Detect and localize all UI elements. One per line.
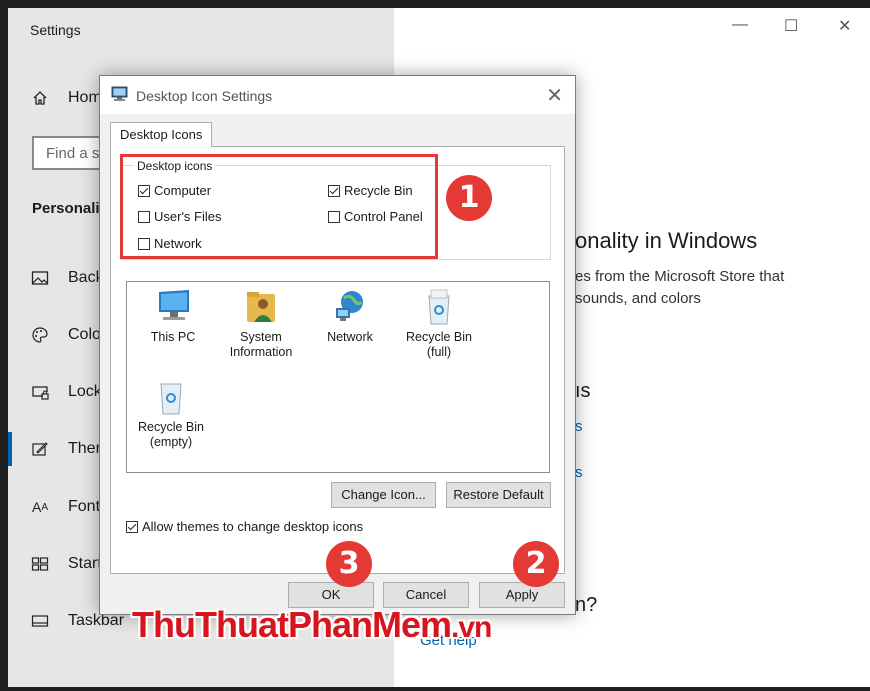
sidebar-item-label: Start [68, 555, 102, 572]
content-question: n? [575, 594, 598, 616]
icon-list[interactable]: This PC System Information Network Recyc… [126, 281, 550, 473]
recycle-bin-empty-icon [160, 383, 182, 415]
desktop-icon-settings-dialog: Desktop Icon Settings ✕ Desktop Icons De… [99, 75, 576, 615]
annotation-highlight-box [120, 154, 438, 259]
checkbox-box[interactable] [126, 520, 138, 533]
checkbox-label: Allow themes to change desktop icons [142, 519, 364, 534]
icon-item-this-pc[interactable]: This PC [133, 288, 213, 345]
content-link-1[interactable]: s [575, 418, 583, 435]
system-information-icon [247, 292, 275, 322]
allow-themes-checkbox[interactable]: Allow themes to change desktop icons [126, 519, 363, 534]
recycle-bin-full-icon [428, 289, 450, 325]
dialog-title-bar[interactable]: Desktop Icon Settings ✕ [100, 76, 575, 114]
icon-item-system-information[interactable]: System Information [221, 288, 301, 360]
brush-icon [30, 439, 50, 459]
content-subheading: ıs [575, 380, 591, 402]
restore-default-button[interactable]: Restore Default [446, 482, 551, 508]
close-icon[interactable]: ✕ [838, 16, 851, 36]
annotation-badge-2: 2 [513, 541, 559, 587]
icon-item-recycle-bin-full[interactable]: Recycle Bin (full) [399, 288, 479, 360]
dialog-title: Desktop Icon Settings [136, 88, 273, 104]
content-link-2[interactable]: s [575, 464, 583, 481]
apply-button[interactable]: Apply [479, 582, 565, 608]
sidebar-item-label: Font [68, 498, 101, 515]
sidebar-item-label: Ther [68, 440, 101, 457]
watermark-main: ThuThuatPhanMem [132, 604, 452, 645]
maximize-icon[interactable]: ☐ [784, 16, 798, 36]
minimize-icon[interactable]: — [732, 16, 748, 34]
sidebar-item-label: Colo [68, 326, 101, 343]
icon-label-line2: (empty) [149, 435, 193, 449]
content-heading: onality in Windows [575, 228, 758, 253]
icon-label-line2: Information [229, 345, 293, 359]
image-icon [30, 268, 50, 288]
start-tiles-icon [30, 554, 50, 574]
content-description-line2: sounds, and colors [575, 290, 701, 307]
icon-label-line2: (full) [426, 345, 452, 359]
lock-screen-icon [30, 382, 50, 402]
icon-label: System [240, 330, 282, 344]
icon-label: Network [327, 330, 373, 344]
taskbar-icon [30, 611, 50, 631]
palette-icon [30, 325, 50, 345]
icon-label: This PC [150, 330, 196, 344]
network-icon [336, 291, 363, 321]
dialog-close-icon[interactable]: ✕ [546, 83, 563, 108]
section-heading: Personali [32, 200, 100, 217]
search-placeholder: Find a s [46, 145, 100, 162]
annotation-badge-3: 3 [326, 541, 372, 587]
desktop-icon [111, 86, 128, 101]
sidebar-item-label: Hom [68, 89, 102, 106]
watermark: ThuThuatPhanMem.vn [132, 604, 492, 646]
window-title: Settings [30, 22, 81, 38]
sidebar-item-label: Lock [68, 383, 102, 400]
content-description-line1: es from the Microsoft Store that [575, 268, 785, 285]
this-pc-icon [159, 290, 189, 320]
icon-label: Recycle Bin [406, 330, 472, 344]
icon-label: Recycle Bin [138, 420, 204, 434]
tab-desktop-icons[interactable]: Desktop Icons [110, 122, 213, 147]
icon-item-recycle-bin-empty[interactable]: Recycle Bin (empty) [131, 378, 211, 450]
icon-item-network[interactable]: Network [310, 288, 390, 345]
font-icon: AA [31, 499, 48, 515]
home-icon [30, 88, 50, 108]
watermark-suffix: .vn [450, 611, 492, 644]
change-icon-button[interactable]: Change Icon... [331, 482, 436, 508]
annotation-badge-1: 1 [446, 175, 492, 221]
